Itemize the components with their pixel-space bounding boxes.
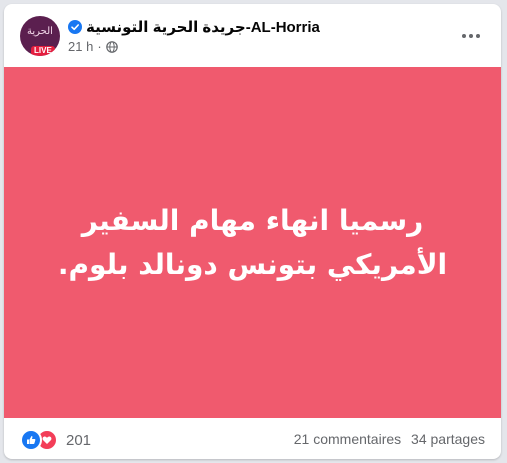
comments-count-link[interactable]: 21 commentaires: [294, 431, 401, 447]
like-reaction-icon: [20, 429, 42, 451]
post-card: الحرية LIVE جريدة الحرية التونسية-AL-Hor…: [4, 4, 501, 459]
post-footer: 201 21 commentaires 34 partages: [4, 418, 501, 459]
post-header: الحرية LIVE جريدة الحرية التونسية-AL-Hor…: [4, 4, 501, 66]
reactions-summary[interactable]: 201: [20, 429, 92, 451]
page-name-row: جريدة الحرية التونسية-AL-Horria: [68, 18, 320, 36]
shares-count-link[interactable]: 34 partages: [411, 431, 485, 447]
page-avatar[interactable]: الحرية LIVE: [20, 16, 60, 56]
post-body-text: رسميا انهاء مهام السفير الأمريكي بتونس د…: [57, 203, 448, 281]
avatar-logo: الحرية: [27, 26, 53, 37]
meta-separator: ·: [97, 39, 102, 54]
page-name-link[interactable]: جريدة الحرية التونسية-AL-Horria: [86, 19, 320, 36]
verified-badge-icon: [68, 20, 82, 34]
more-options-button[interactable]: [455, 20, 487, 52]
post-timestamp[interactable]: 21 h: [68, 39, 93, 54]
globe-icon[interactable]: [105, 41, 118, 53]
engagement-stats: 21 commentaires 34 partages: [294, 431, 485, 447]
reaction-count: 201: [66, 431, 92, 449]
more-options-icon: [462, 34, 480, 38]
post-meta: 21 h ·: [68, 39, 118, 54]
live-badge: LIVE: [31, 46, 55, 56]
